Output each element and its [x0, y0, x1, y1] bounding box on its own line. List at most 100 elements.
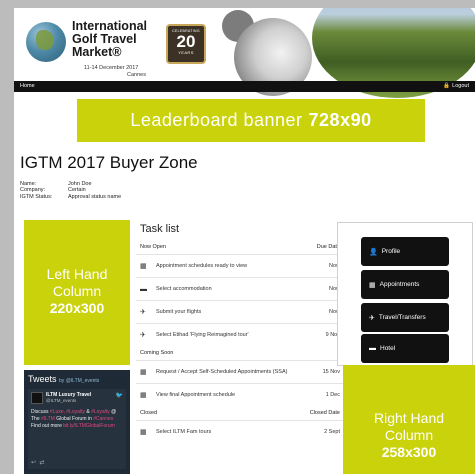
leaderboard-banner[interactable]: Leaderboard banner 728x90 — [77, 99, 425, 142]
right-col-size: 258x300 — [381, 444, 437, 460]
section-header-closed: Closed Closed Date — [136, 406, 344, 420]
button-label: Travel/Transfers — [378, 314, 426, 321]
task-list-panel: Task list Now Open Due Date ▦ Appointment… — [136, 220, 344, 474]
plane-icon: ✈ — [140, 332, 146, 339]
user-info: Name: John Doe Company: Certain IGTM Statu… — [20, 181, 121, 200]
user-info-value: Approval status name — [68, 193, 122, 200]
calendar-icon: ▦ — [140, 429, 147, 436]
avatar[interactable] — [31, 392, 43, 404]
hotel-button[interactable]: ▬ Hotel — [361, 334, 449, 363]
reply-icon[interactable]: ↩ — [31, 460, 36, 466]
task-label[interactable]: Submit your flights — [156, 309, 304, 316]
section-header-coming-soon: Coming Soon — [136, 346, 344, 360]
event-dates: 11-14 December 2017 — [84, 65, 139, 71]
profile-button[interactable]: 👤 Profile — [361, 237, 449, 266]
event-city: Cannes — [127, 72, 146, 78]
task-label[interactable]: Appointment schedules ready to view — [156, 263, 304, 270]
leaderboard-size: 728x90 — [308, 110, 372, 130]
calendar-icon: ▦ — [140, 263, 147, 270]
user-icon: 👤 — [369, 248, 378, 256]
leaderboard-label: Leaderboard banner — [130, 110, 303, 130]
top-nav-bar: Home 🔒 Logout — [14, 81, 475, 92]
task-label[interactable]: Select Etihad 'Flying Reimagined tour' — [156, 332, 304, 339]
tweet-card[interactable]: ILTM Luxury Travel @ILTM_events 🐦 Discus… — [28, 389, 126, 469]
section-date-header: Closed Date — [309, 410, 340, 416]
badge-number: 20 — [176, 32, 196, 51]
hashtag-link[interactable]: #Cannes — [93, 416, 113, 422]
task-row[interactable]: ✈ Submit your flights Now — [136, 300, 344, 323]
brand-line-3: Market® — [72, 45, 122, 59]
tweets-widget: Tweets by @ILTM_events ILTM Luxury Trave… — [24, 370, 130, 474]
buyer-zone-page: International Golf Travel Market® 11-14 … — [14, 8, 475, 474]
logout-label: Logout — [452, 83, 469, 89]
appointments-button[interactable]: ▦ Appointments — [361, 270, 449, 299]
tweet-text-part: Discuss — [31, 409, 50, 415]
task-row[interactable]: ▦ Select ILTM Fam tours 2 Sept — [136, 420, 344, 443]
page-title: IGTM 2017 Buyer Zone — [20, 153, 198, 172]
calendar-icon: ▦ — [140, 369, 147, 376]
button-label: Profile — [381, 248, 401, 255]
section-name: Coming Soon — [140, 350, 174, 356]
left-col-line2: Column — [52, 283, 102, 299]
right-column-ad[interactable]: Right Hand Column 258x300 — [343, 365, 475, 474]
task-label[interactable]: View final Appointment schedule — [156, 392, 304, 399]
task-date: 1 Dec — [325, 392, 340, 398]
task-row[interactable]: ▬ Select accommodation Now — [136, 277, 344, 300]
tweet-url-link[interactable]: bit.ly/ILTMGlobalForum — [63, 423, 115, 429]
task-date: Now — [328, 286, 340, 292]
left-column-ad[interactable]: Left Hand Column 220x300 — [24, 220, 130, 365]
twitter-bird-icon: 🐦 — [115, 393, 123, 399]
button-label: Hotel — [380, 345, 396, 352]
right-col-line2: Column — [384, 427, 434, 443]
tweets-title: Tweets — [28, 374, 57, 384]
right-col-line1: Right Hand — [373, 410, 445, 426]
task-date: Now — [328, 309, 340, 315]
task-date: 9 Nov — [325, 332, 340, 338]
bed-icon: ▬ — [369, 345, 376, 352]
plane-icon: ✈ — [369, 314, 375, 322]
calendar-icon: ▦ — [369, 281, 376, 289]
bed-icon: ▬ — [140, 285, 147, 293]
section-header-now-open: Now Open Due Date — [136, 240, 344, 254]
task-row[interactable]: ▦ View final Appointment schedule 1 Dec — [136, 383, 344, 406]
task-list-title: Task list — [140, 223, 180, 235]
task-date: 15 Nov — [322, 369, 340, 375]
task-label[interactable]: Select ILTM Fam tours — [156, 429, 304, 436]
task-row[interactable]: ✈ Select Etihad 'Flying Reimagined tour' 9… — [136, 323, 344, 346]
tweet-text-part: Find out more — [31, 423, 64, 429]
calendar-icon: ▦ — [140, 392, 147, 399]
button-label: Appointments — [379, 281, 420, 288]
tweet-text-part: Global Forum in — [54, 416, 94, 422]
tweet-text: Discuss #Luxe, #Loyalty & #Loyalty @ The… — [31, 409, 121, 430]
left-col-line1: Left Hand — [46, 266, 108, 282]
user-info-row: IGTM Status: Approval status name — [20, 194, 121, 200]
hashtag-link[interactable]: #ILTM — [41, 416, 55, 422]
section-name: Closed — [140, 410, 158, 416]
section-name: Now Open — [140, 244, 166, 250]
task-label[interactable]: Request / Accept Self-Scheduled Appointm… — [156, 369, 304, 376]
task-label[interactable]: Select accommodation — [156, 286, 304, 293]
task-row[interactable]: ▦ Request / Accept Self-Scheduled Appoint… — [136, 360, 344, 383]
badge-bottom-text: YEARS — [178, 50, 194, 55]
globe-icon — [26, 22, 66, 62]
tweets-by-link[interactable]: by @ILTM_events — [59, 378, 99, 384]
anniversary-badge: CELEBRATING 20 YEARS — [166, 24, 206, 64]
hashtag-link[interactable]: #Loyalty — [91, 409, 110, 415]
nav-home-link[interactable]: Home — [20, 83, 35, 89]
left-col-size: 220x300 — [49, 300, 105, 316]
travel-transfers-button[interactable]: ✈ Travel/Transfers — [361, 303, 449, 332]
hashtag-link[interactable]: #Luxe, #Loyalty — [50, 409, 85, 415]
lock-icon: 🔒 — [443, 83, 451, 89]
quick-links-box: 👤 Profile ▦ Appointments ✈ Travel/Transfers… — [337, 222, 473, 366]
task-date: Now — [328, 263, 340, 269]
task-date: 2 Sept — [324, 429, 340, 435]
user-info-key: IGTM Status: — [20, 193, 53, 200]
logout-link[interactable]: 🔒 Logout — [443, 83, 469, 89]
tweet-actions: ↩ ⇄ — [31, 459, 44, 466]
igtm-logo[interactable]: International Golf Travel Market® 11-14 … — [24, 18, 164, 82]
task-row[interactable]: ▦ Appointment schedules ready to view Now — [136, 254, 344, 277]
tweets-header: Tweets by @ILTM_events — [24, 370, 130, 386]
plane-icon: ✈ — [140, 309, 146, 316]
retweet-icon[interactable]: ⇄ — [39, 460, 44, 466]
tweet-author-handle[interactable]: @ILTM_events — [46, 398, 76, 403]
